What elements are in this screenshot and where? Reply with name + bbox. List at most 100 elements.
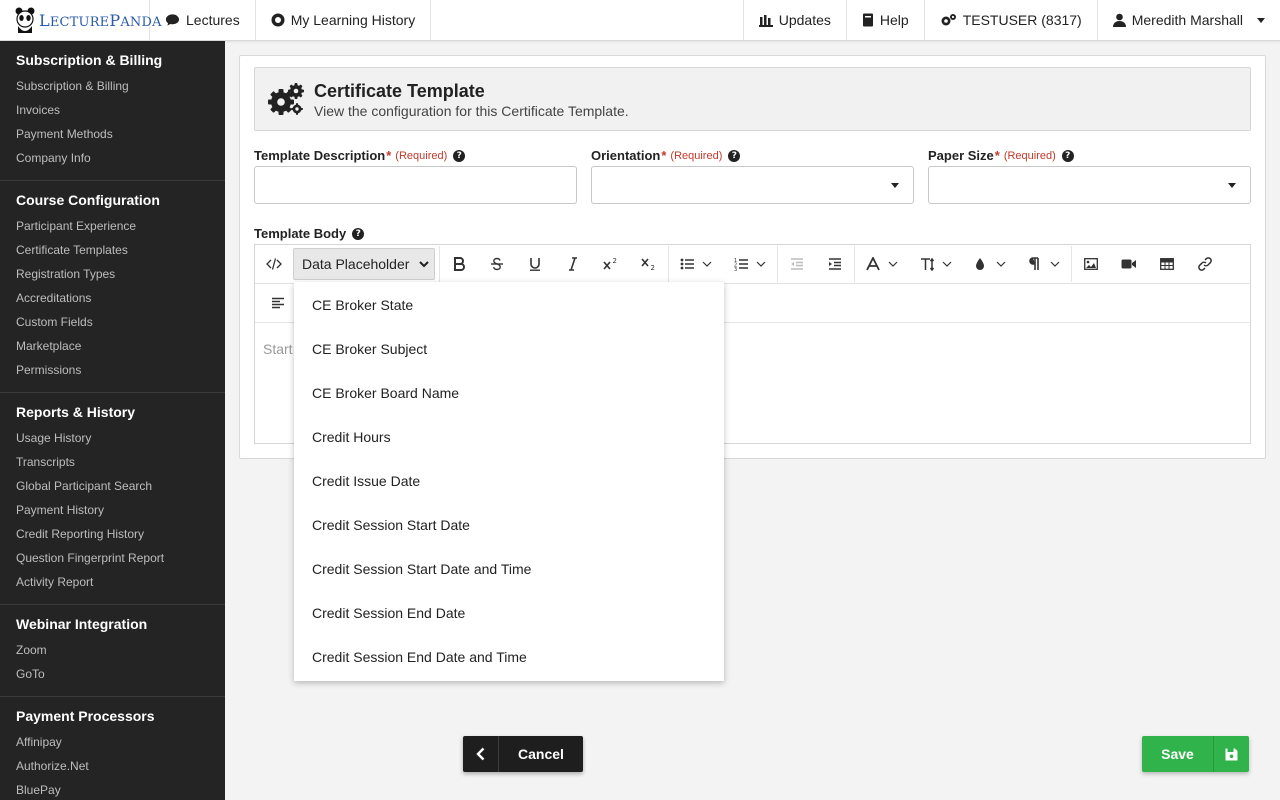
sidebar-link[interactable]: Invoices	[16, 98, 225, 122]
list-icon	[680, 258, 712, 270]
subscript-button[interactable]: 2	[630, 245, 668, 283]
sidebar-link[interactable]: BluePay	[16, 778, 225, 800]
sidebar-link[interactable]: Credit Reporting History	[16, 522, 225, 546]
paper-size-select[interactable]	[928, 166, 1251, 204]
sidebar-section: Webinar Integration Zoom GoTo	[0, 605, 225, 697]
sidebar-link[interactable]: Zoom	[16, 638, 225, 662]
nav-lectures-label: Lectures	[186, 12, 240, 28]
code-view-button[interactable]	[255, 245, 293, 283]
font-family-button[interactable]	[855, 245, 909, 283]
gears-icon	[267, 82, 307, 118]
help-icon[interactable]: ?	[352, 227, 365, 240]
align-left-icon	[272, 297, 284, 309]
nav-account-label: TESTUSER (8317)	[962, 12, 1082, 28]
sidebar-link[interactable]: Participant Experience	[16, 214, 225, 238]
sidebar-section: Payment Processors Affinipay Authorize.Net…	[0, 697, 225, 800]
dropdown-option[interactable]: CE Broker Subject	[294, 327, 724, 371]
insert-video-button[interactable]	[1110, 245, 1148, 283]
indent-button[interactable]	[816, 245, 854, 283]
outdent-button[interactable]	[778, 245, 816, 283]
video-icon	[1121, 259, 1136, 269]
nav-learning-history[interactable]: My Learning History	[256, 0, 432, 40]
superscript-button[interactable]: 2	[592, 245, 630, 283]
orientation-select[interactable]	[591, 166, 914, 204]
dropdown-option[interactable]: CE Broker State	[294, 283, 724, 327]
sidebar-link[interactable]: Question Fingerprint Report	[16, 546, 225, 570]
orientation-label: Orientation * (Required)?	[591, 148, 741, 163]
save-button[interactable]: Save	[1142, 736, 1249, 772]
sidebar-link[interactable]: Custom Fields	[16, 310, 225, 334]
nav-account[interactable]: TESTUSER (8317)	[925, 0, 1098, 40]
italic-button[interactable]	[554, 245, 592, 283]
top-nav: LECTUREPANDA Lectures My Learning Histor…	[0, 0, 1280, 41]
sidebar-link[interactable]: Usage History	[16, 426, 225, 450]
sidebar-link[interactable]: Affinipay	[16, 730, 225, 754]
sidebar-link[interactable]: Global Participant Search	[16, 474, 225, 498]
droplet-icon	[976, 258, 1006, 270]
sidebar-link[interactable]: Transcripts	[16, 450, 225, 474]
code-icon	[266, 258, 282, 270]
sidebar-link[interactable]: Activity Report	[16, 570, 225, 594]
text-color-button[interactable]	[963, 245, 1017, 283]
strikethrough-button[interactable]	[478, 245, 516, 283]
sidebar-link[interactable]: Certificate Templates	[16, 238, 225, 262]
link-icon	[1198, 257, 1212, 271]
sidebar-link[interactable]: Permissions	[16, 358, 225, 382]
sidebar-section-title: Course Configuration	[16, 192, 160, 208]
page-subtitle: View the configuration for this Certific…	[314, 103, 629, 119]
sidebar-link[interactable]: Company Info	[16, 146, 225, 170]
nav-help-label: Help	[879, 12, 909, 28]
chevron-down-icon	[1257, 17, 1265, 23]
sidebar-link[interactable]: Payment Methods	[16, 122, 225, 146]
comment-icon	[165, 14, 180, 26]
sidebar-link[interactable]: Accreditations	[16, 286, 225, 310]
sidebar-link[interactable]: Registration Types	[16, 262, 225, 286]
insert-link-button[interactable]	[1186, 245, 1224, 283]
sidebar-link[interactable]: Payment History	[16, 498, 225, 522]
template-body-label: Template Body?	[254, 226, 365, 241]
sidebar-link[interactable]: Subscription & Billing	[16, 74, 225, 98]
cancel-button[interactable]: Cancel	[463, 736, 583, 772]
ordered-list-button[interactable]: 123	[723, 245, 777, 283]
unordered-list-button[interactable]	[669, 245, 723, 283]
editor-placeholder[interactable]: Start	[263, 341, 293, 357]
indent-icon	[829, 258, 841, 270]
sidebar-link[interactable]: Authorize.Net	[16, 754, 225, 778]
gears-icon	[941, 14, 956, 26]
nav-lectures[interactable]: Lectures	[150, 0, 256, 40]
insert-image-button[interactable]	[1072, 245, 1110, 283]
sidebar-section: Reports & History Usage History Transcript…	[0, 393, 225, 605]
dropdown-option[interactable]: CE Broker Board Name	[294, 371, 724, 415]
nav-learning-history-label: My Learning History	[290, 12, 416, 28]
dropdown-option[interactable]: Credit Session Start Date and Time	[294, 547, 724, 591]
dropdown-option[interactable]: Credit Hours	[294, 415, 724, 459]
underline-button[interactable]	[516, 245, 554, 283]
help-icon[interactable]: ?	[1061, 149, 1074, 162]
ordered-list-icon: 123	[734, 258, 766, 271]
sidebar-link[interactable]: Marketplace	[16, 334, 225, 358]
bold-button[interactable]	[440, 245, 478, 283]
image-icon	[1084, 258, 1098, 270]
updates-icon	[758, 15, 773, 27]
help-icon[interactable]: ?	[728, 149, 741, 162]
nav-user-menu[interactable]: Meredith Marshall	[1098, 0, 1280, 40]
dropdown-option[interactable]: Credit Session End Date	[294, 591, 724, 635]
insert-table-button[interactable]	[1148, 245, 1186, 283]
help-icon[interactable]: ?	[453, 149, 466, 162]
font-size-button[interactable]	[909, 245, 963, 283]
logo[interactable]: LECTUREPANDA	[0, 0, 162, 40]
cancel-label: Cancel	[518, 746, 564, 762]
dropdown-option[interactable]: Credit Session End Date and Time	[294, 635, 724, 679]
book-icon	[862, 13, 873, 27]
dropdown-option[interactable]: Credit Issue Date	[294, 459, 724, 503]
svg-text:3: 3	[734, 267, 737, 271]
data-placeholder-select[interactable]: Data Placeholder	[293, 248, 435, 280]
svg-text:2: 2	[651, 264, 655, 271]
dropdown-option[interactable]: Credit Session Start Date	[294, 503, 724, 547]
template-description-label: Template Description * (Required)?	[254, 148, 466, 163]
paragraph-format-button[interactable]	[1017, 245, 1071, 283]
nav-updates[interactable]: Updates	[744, 0, 847, 40]
nav-help[interactable]: Help	[847, 0, 925, 40]
sidebar-link[interactable]: GoTo	[16, 662, 225, 686]
template-description-input[interactable]	[254, 166, 577, 204]
